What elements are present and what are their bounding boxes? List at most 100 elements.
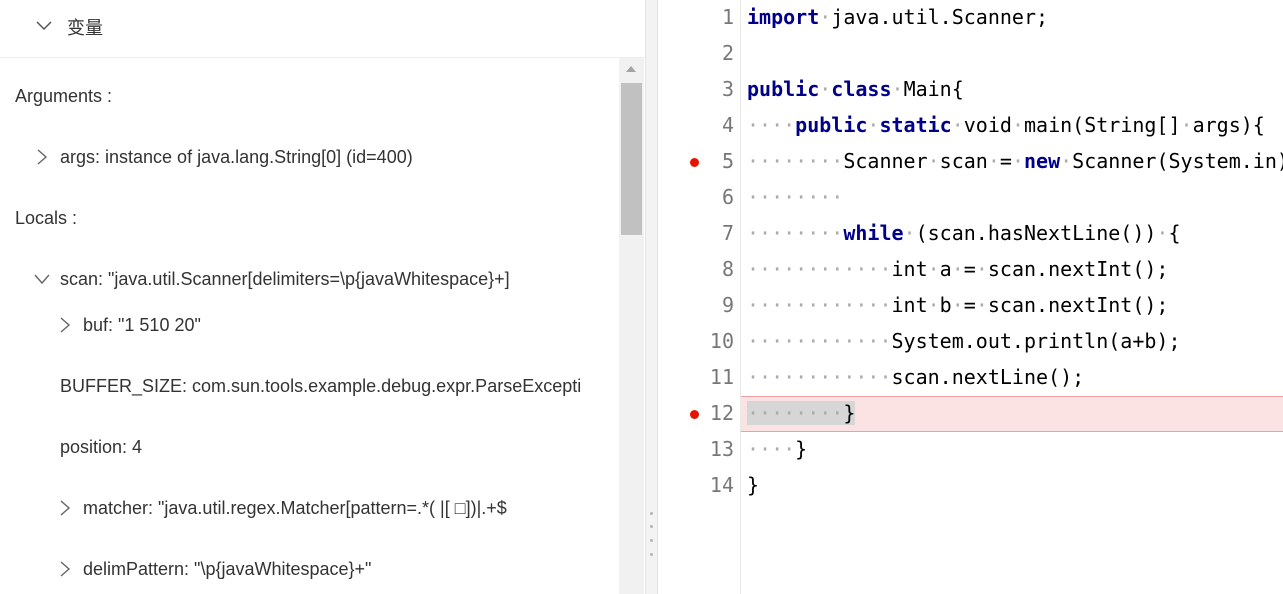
variables-panel: 变量 Arguments : args: instance of java.lan…	[0, 0, 645, 594]
whitespace-marker: ·	[1180, 113, 1193, 137]
whitespace-marker: ············	[747, 329, 892, 353]
code-token: }	[795, 437, 808, 461]
code-text[interactable]: ············int·b·=·scan.nextInt();	[747, 293, 1168, 317]
variable-label: scan: "java.util.Scanner[delimiters=\p{j…	[60, 269, 510, 289]
scroll-up-arrow-icon[interactable]	[626, 66, 636, 72]
variable-label: Locals :	[15, 208, 78, 228]
chevron-right-icon[interactable]	[57, 317, 73, 333]
whitespace-marker: ·	[819, 77, 832, 101]
line-number[interactable]: 5	[698, 149, 734, 173]
chevron-right-icon[interactable]	[34, 149, 50, 165]
code-keyword: public	[747, 77, 820, 101]
code-token: void	[963, 113, 1012, 137]
whitespace-marker: ·	[987, 149, 1000, 173]
line-number[interactable]: 8	[698, 257, 734, 281]
chevron-right-icon[interactable]	[57, 561, 73, 577]
code-token: args){	[1192, 113, 1265, 137]
whitespace-marker: ·	[975, 257, 988, 281]
whitespace-marker: ·	[903, 221, 916, 245]
whitespace-marker: ········	[747, 221, 844, 245]
code-token: scan.nextInt();	[987, 257, 1169, 281]
scroll-thumb[interactable]	[621, 83, 642, 235]
code-text[interactable]: ············int·a·=·scan.nextInt();	[747, 257, 1168, 281]
code-line[interactable]: 6 ········	[658, 180, 1283, 216]
grip-dot-icon	[650, 525, 653, 528]
variable-label: position: 4	[60, 437, 143, 457]
code-token: }	[843, 401, 856, 425]
whitespace-marker: ·	[927, 293, 940, 317]
code-token: scan.nextLine();	[891, 365, 1085, 389]
code-text[interactable]: ····public·static·void·main(String[]·arg…	[747, 113, 1265, 137]
chevron-right-icon[interactable]	[57, 500, 73, 516]
code-token: main(String[]	[1023, 113, 1181, 137]
code-line[interactable]: 1 import·java.util.Scanner;	[658, 0, 1283, 36]
code-token: =	[999, 149, 1012, 173]
code-line[interactable]: 2	[658, 36, 1283, 72]
grip-dot-icon	[650, 539, 653, 542]
whitespace-marker: ·	[1011, 113, 1024, 137]
code-line[interactable]: 9 ············int·b·=·scan.nextInt();	[658, 288, 1283, 324]
code-line[interactable]: 13 ····}	[658, 432, 1283, 468]
code-token: (scan.hasNextLine())	[915, 221, 1157, 245]
chevron-down-icon[interactable]	[34, 16, 54, 36]
line-number[interactable]: 6	[698, 185, 734, 209]
code-keyword: static	[879, 113, 952, 137]
code-text[interactable]: import·java.util.Scanner;	[747, 5, 1048, 29]
code-token: }	[747, 473, 760, 497]
whitespace-marker: ·	[927, 149, 940, 173]
whitespace-marker: ····	[747, 437, 796, 461]
code-line[interactable]: 5 ········Scanner·scan·=·new·Scanner(Syst…	[658, 144, 1283, 180]
code-line[interactable]: 10 ············System.out.println(a+b);	[658, 324, 1283, 360]
whitespace-marker: ·	[891, 77, 904, 101]
line-number[interactable]: 3	[698, 77, 734, 101]
whitespace-marker: ·	[951, 257, 964, 281]
code-text[interactable]: }	[747, 473, 759, 497]
whitespace-marker: ············	[747, 257, 892, 281]
code-text[interactable]: ········	[747, 185, 843, 209]
line-number[interactable]: 9	[698, 293, 734, 317]
code-line[interactable]: 12 ········}	[658, 396, 1283, 432]
panel-splitter[interactable]	[645, 0, 658, 594]
code-text[interactable]: ············scan.nextLine();	[747, 365, 1084, 389]
code-token: a	[939, 257, 952, 281]
code-text[interactable]: public·class·Main{	[747, 77, 964, 101]
code-text[interactable]: ····}	[747, 437, 807, 461]
line-number[interactable]: 4	[698, 113, 734, 137]
line-number[interactable]: 2	[698, 41, 734, 65]
line-number[interactable]: 13	[698, 437, 734, 461]
code-token: Scanner	[843, 149, 928, 173]
variable-label: delimPattern: "\p{javaWhitespace}+"	[83, 559, 372, 579]
code-line[interactable]: 8 ············int·a·=·scan.nextInt();	[658, 252, 1283, 288]
code-line[interactable]: 7 ········while·(scan.hasNextLine())·{	[658, 216, 1283, 252]
code-line[interactable]: 11 ············scan.nextLine();	[658, 360, 1283, 396]
code-text[interactable]: ········while·(scan.hasNextLine())·{	[747, 221, 1181, 245]
line-number[interactable]: 7	[698, 221, 734, 245]
grip-dot-icon	[650, 512, 653, 515]
code-token: =	[963, 257, 976, 281]
chevron-down-icon[interactable]	[34, 271, 50, 287]
whitespace-marker: ············	[747, 293, 892, 317]
code-token: Scanner(System.in);	[1072, 149, 1283, 173]
code-line[interactable]: 4 ····public·static·void·main(String[]·ar…	[658, 108, 1283, 144]
code-text[interactable]: ········}	[747, 401, 856, 425]
whitespace-marker: ········	[747, 401, 844, 425]
code-token: int	[891, 257, 928, 281]
code-line[interactable]: 14}	[658, 468, 1283, 504]
line-number[interactable]: 14	[698, 473, 734, 497]
code-text[interactable]: ········Scanner·scan·=·new·Scanner(Syste…	[747, 149, 1283, 173]
code-keyword: class	[831, 77, 892, 101]
code-text[interactable]: ············System.out.println(a+b);	[747, 329, 1180, 353]
line-number[interactable]: 10	[698, 329, 734, 353]
line-number[interactable]: 1	[698, 5, 734, 29]
whitespace-marker: ········	[747, 185, 844, 209]
code-editor[interactable]: 1 import·java.util.Scanner; 2 3 public·class…	[658, 0, 1283, 594]
code-token: Main{	[903, 77, 964, 101]
code-token: int	[891, 293, 928, 317]
variables-scrollbar[interactable]	[619, 58, 644, 594]
code-token: java.util.Scanner;	[831, 5, 1049, 29]
variables-section-header[interactable]: 变量	[0, 0, 645, 58]
code-line[interactable]: 3 public·class·Main{	[658, 72, 1283, 108]
whitespace-marker: ········	[747, 149, 844, 173]
line-number[interactable]: 12	[698, 401, 734, 425]
line-number[interactable]: 11	[698, 365, 734, 389]
